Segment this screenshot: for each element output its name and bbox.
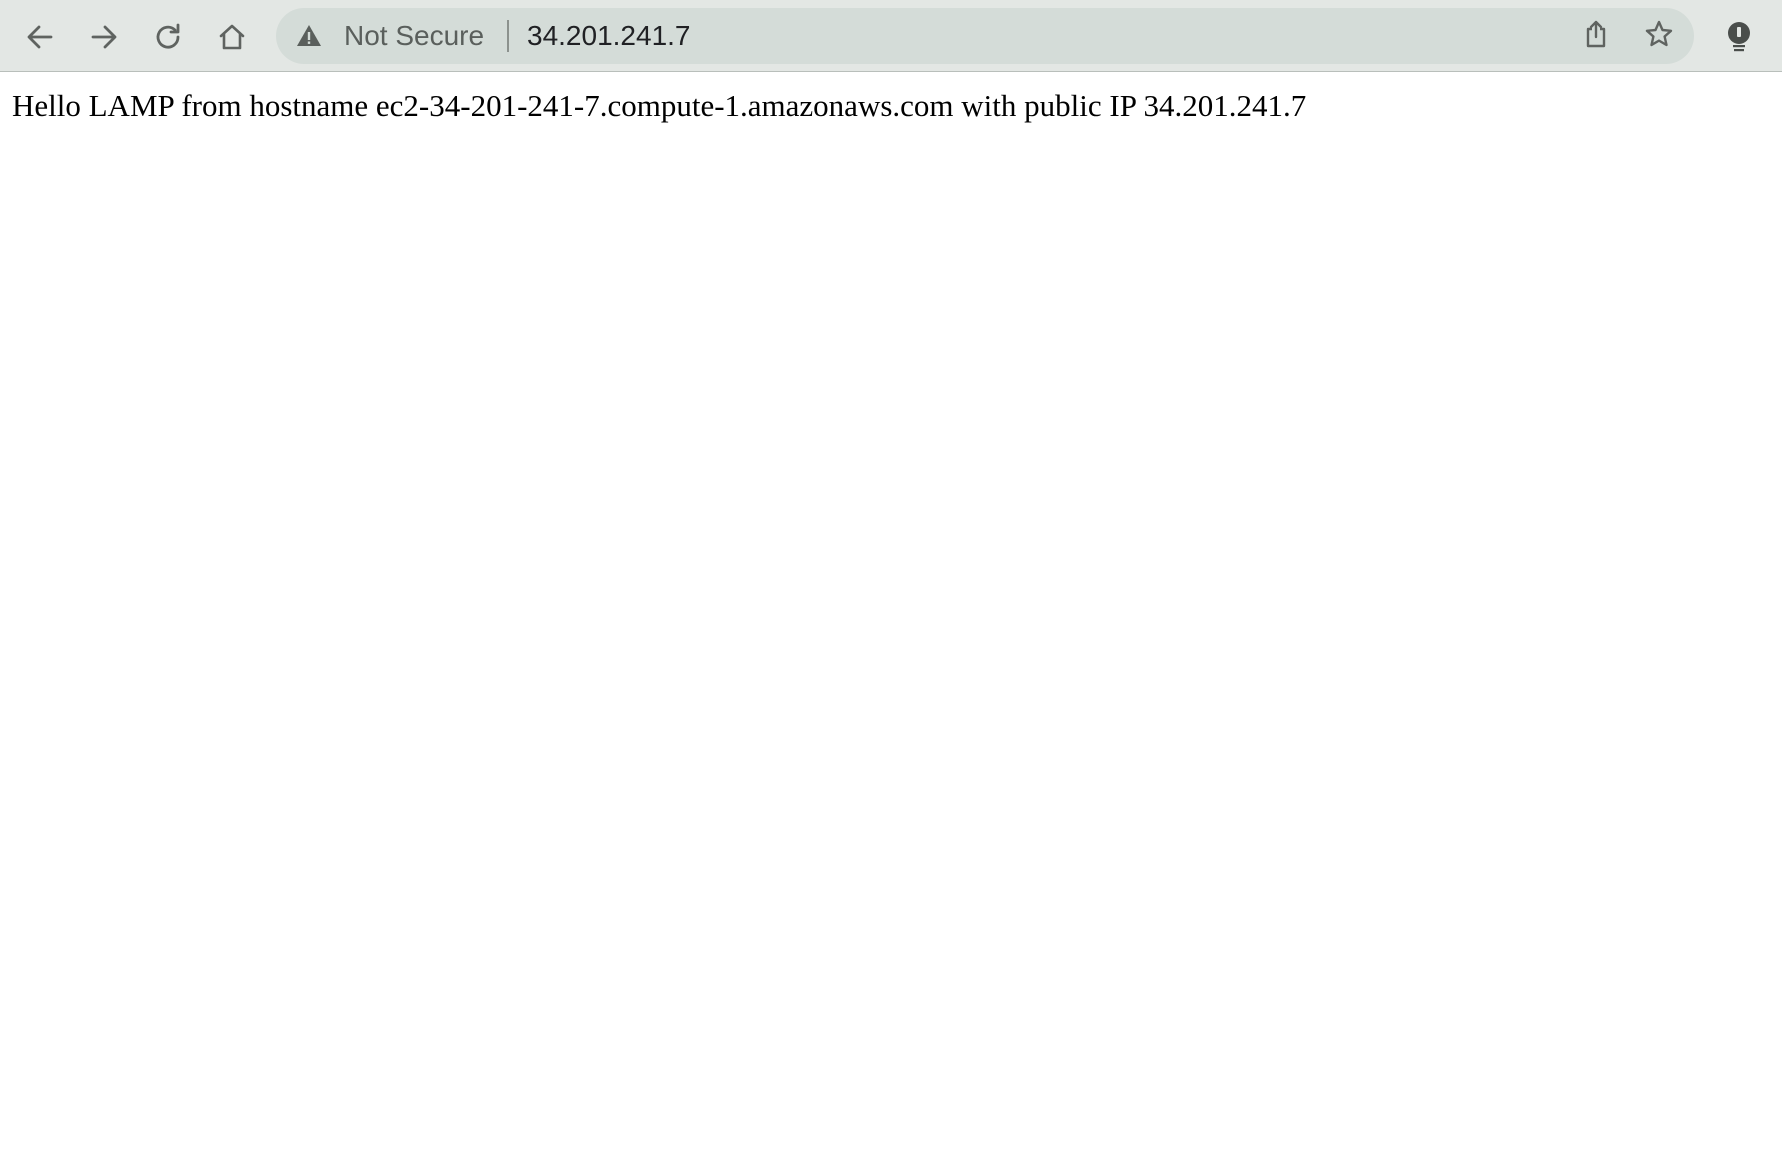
arrow-left-icon: [25, 22, 55, 52]
share-icon: [1582, 19, 1610, 54]
page-body-text: Hello LAMP from hostname ec2-34-201-241-…: [12, 88, 1307, 123]
reload-button[interactable]: [145, 14, 191, 60]
share-button[interactable]: [1576, 16, 1616, 56]
url-text[interactable]: 34.201.241.7: [527, 8, 691, 64]
forward-button[interactable]: [81, 14, 127, 60]
bookmark-button[interactable]: [1639, 16, 1679, 56]
omnibox-divider: [507, 20, 509, 52]
warning-triangle-icon[interactable]: [296, 23, 322, 49]
address-bar[interactable]: Not Secure 34.201.241.7: [276, 8, 1694, 64]
lightbulb-icon: [1724, 21, 1754, 53]
extension-button[interactable]: [1716, 14, 1762, 60]
reload-icon: [153, 22, 183, 52]
home-button[interactable]: [209, 14, 255, 60]
arrow-right-icon: [89, 22, 119, 52]
home-icon: [217, 22, 247, 52]
browser-toolbar: Not Secure 34.201.241.7: [0, 0, 1782, 72]
page-content: Hello LAMP from hostname ec2-34-201-241-…: [0, 72, 1782, 1160]
security-status-label[interactable]: Not Secure: [344, 8, 484, 64]
back-button[interactable]: [17, 14, 63, 60]
star-icon: [1644, 19, 1674, 54]
